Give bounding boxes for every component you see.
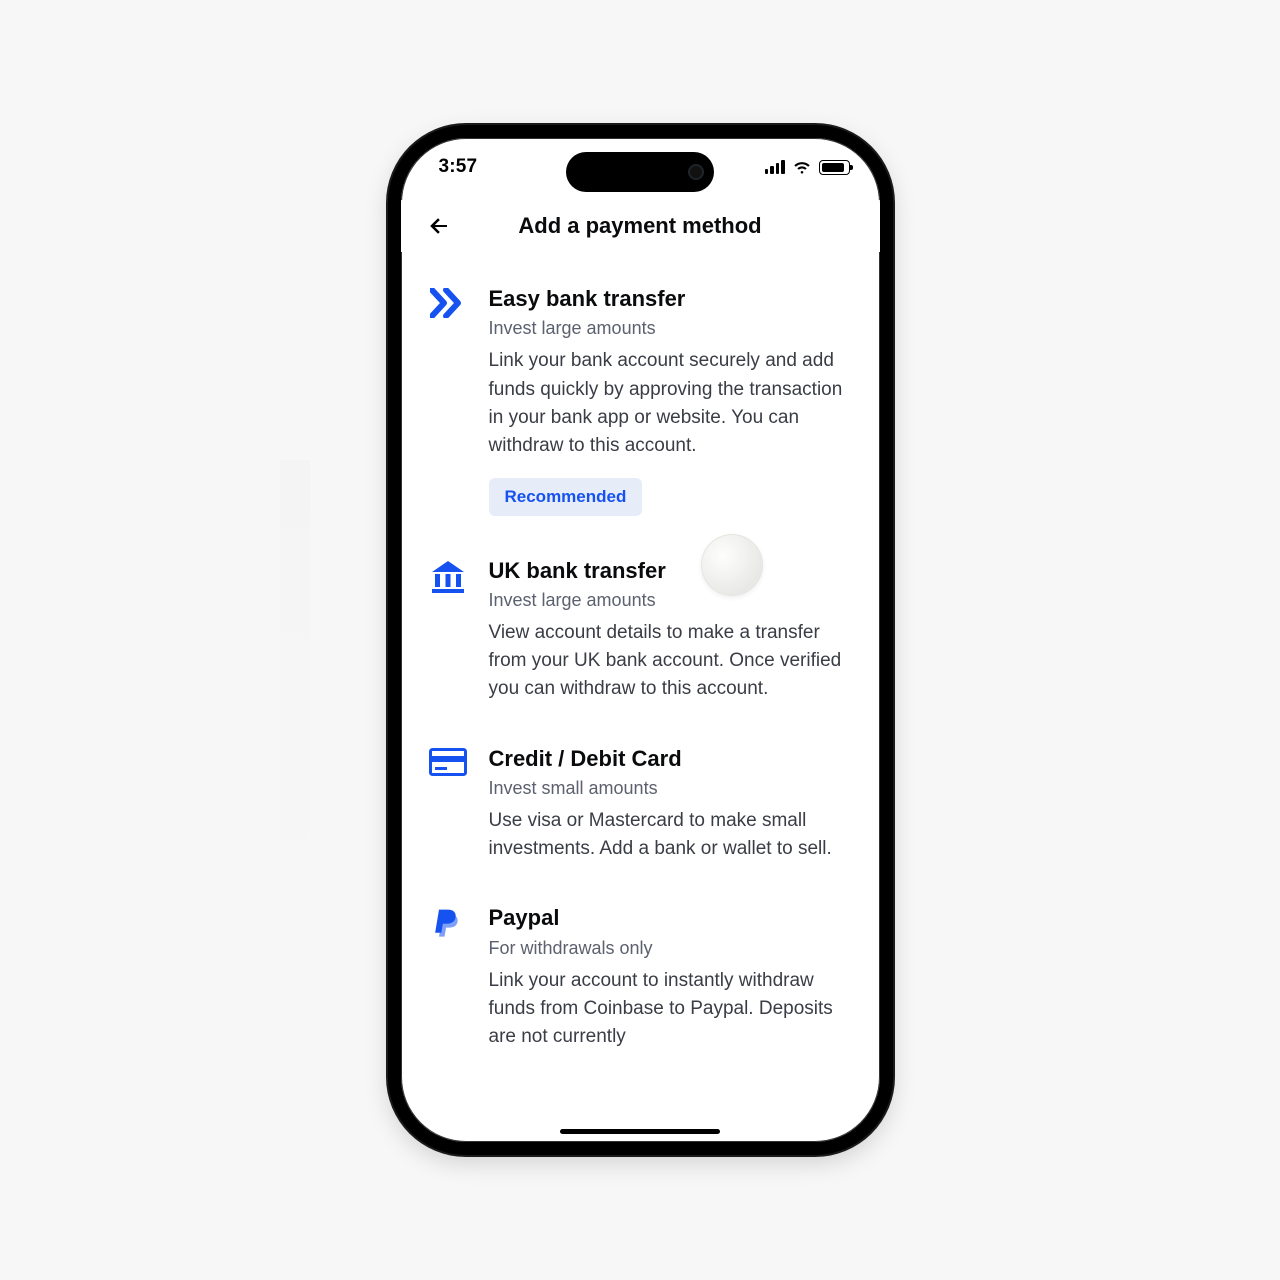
bank-icon — [430, 560, 466, 594]
method-description: Link your bank account securely and add … — [489, 347, 852, 459]
method-subtitle: For withdrawals only — [489, 938, 852, 959]
chevrons-right-icon — [430, 288, 466, 318]
method-title: Easy bank transfer — [489, 286, 852, 312]
method-description: Link your account to instantly withdraw … — [489, 967, 852, 1051]
card-icon — [429, 748, 467, 776]
phone-frame: 3:57 Add a payment method — [388, 125, 893, 1155]
payment-method-paypal[interactable]: Paypal For withdrawals only Link your ac… — [429, 905, 852, 1051]
method-description: Use visa or Mastercard to make small inv… — [489, 807, 852, 863]
payment-method-uk-bank[interactable]: UK bank transfer Invest large amounts Vi… — [429, 558, 852, 704]
payment-method-easy-bank[interactable]: Easy bank transfer Invest large amounts … — [429, 286, 852, 516]
home-indicator[interactable] — [560, 1129, 720, 1134]
method-description: View account details to make a transfer … — [489, 619, 852, 703]
method-subtitle: Invest large amounts — [489, 318, 852, 339]
method-title: Credit / Debit Card — [489, 746, 852, 772]
status-time: 3:57 — [439, 156, 478, 178]
method-title: Paypal — [489, 905, 852, 931]
page-title: Add a payment method — [425, 213, 856, 239]
payment-method-list: Easy bank transfer Invest large amounts … — [401, 256, 880, 1142]
wifi-icon — [792, 160, 812, 174]
method-title: UK bank transfer — [489, 558, 852, 584]
recommended-badge: Recommended — [489, 478, 643, 516]
touch-indicator — [701, 534, 763, 596]
payment-method-card[interactable]: Credit / Debit Card Invest small amounts… — [429, 746, 852, 864]
method-subtitle: Invest small amounts — [489, 778, 852, 799]
cellular-icon — [765, 160, 785, 174]
app-header: Add a payment method — [401, 200, 880, 252]
paypal-icon — [432, 907, 464, 943]
dynamic-island — [566, 152, 714, 192]
method-subtitle: Invest large amounts — [489, 590, 852, 611]
battery-icon — [819, 160, 850, 175]
